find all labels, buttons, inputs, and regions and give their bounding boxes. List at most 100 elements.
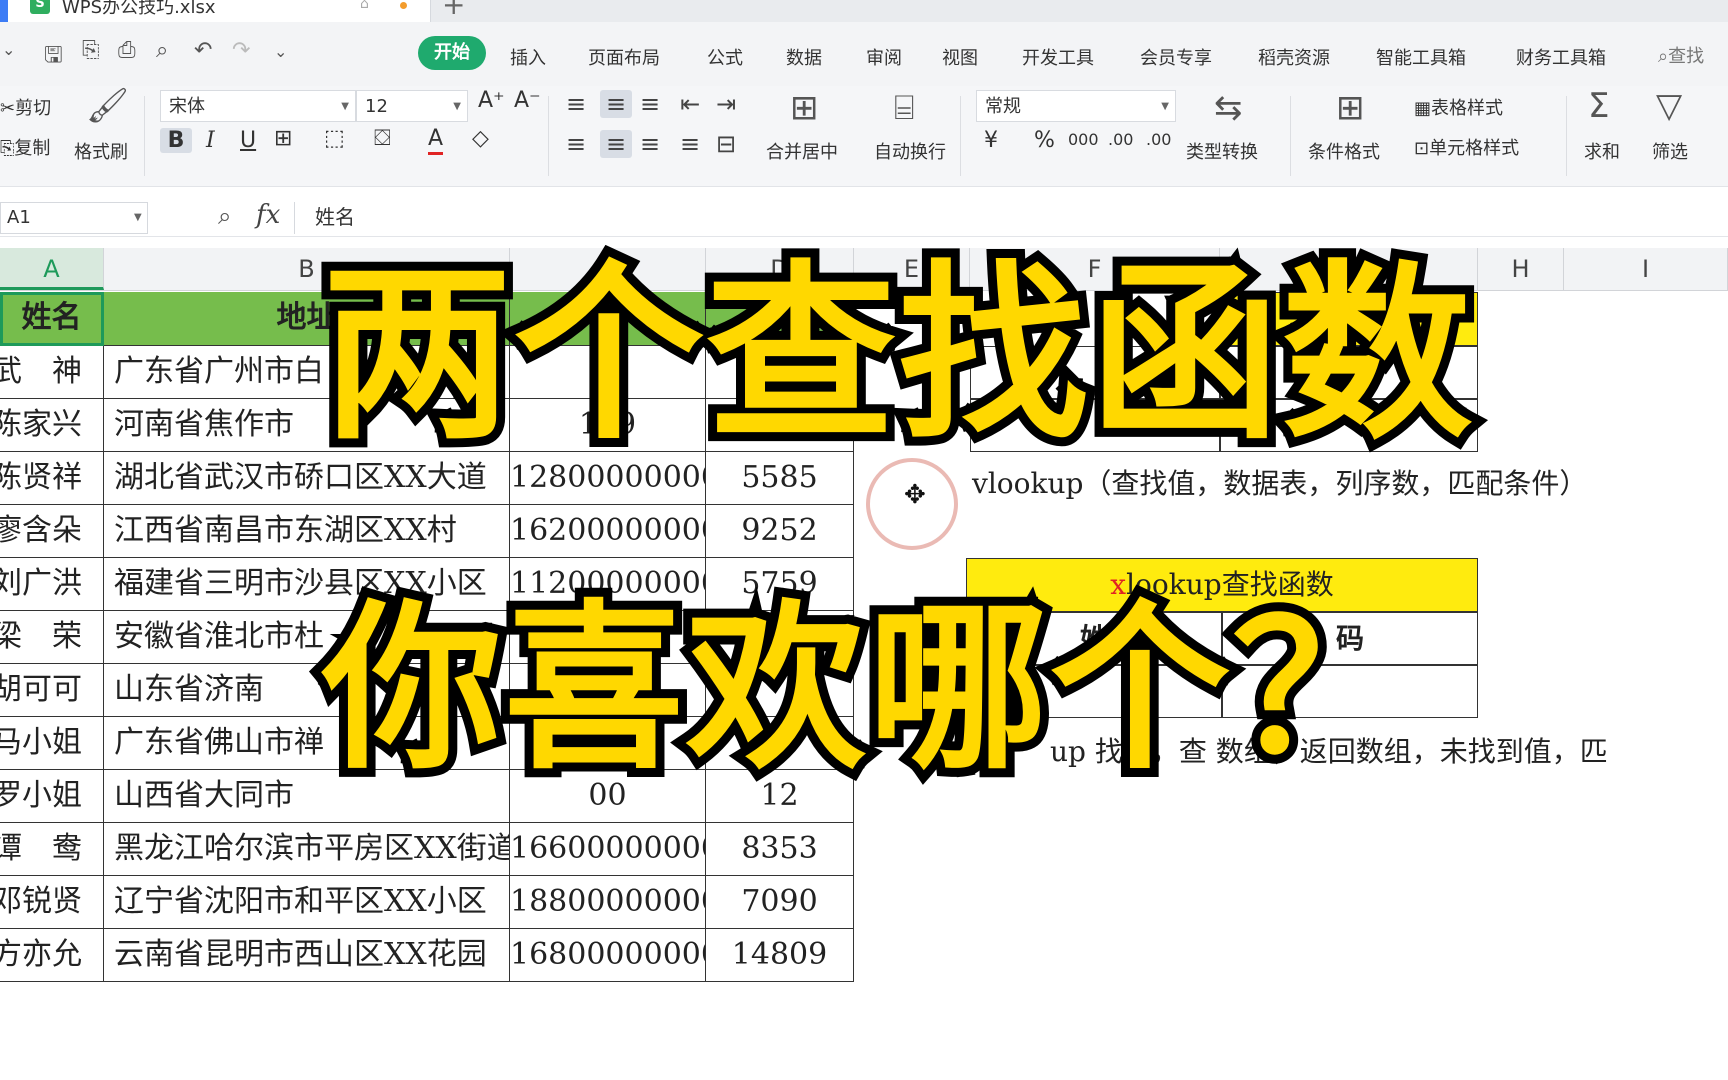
filter-button[interactable]: 筛选 <box>1652 138 1688 164</box>
borders-icon[interactable]: ⊞ <box>274 126 292 151</box>
print-preview-icon[interactable]: ⌕ <box>156 38 168 63</box>
align-left-icon[interactable]: ≡ <box>566 130 586 158</box>
align-top-icon[interactable]: ≡ <box>566 90 586 118</box>
column-header-i[interactable]: I <box>1564 248 1728 290</box>
percent-button[interactable]: % <box>1034 128 1055 153</box>
new-tab-button[interactable]: + <box>442 0 465 21</box>
more-icon[interactable]: ⌄ <box>274 42 287 61</box>
table-address-cell[interactable]: 辽宁省沈阳市和平区XX小区 <box>104 876 510 929</box>
undo-icon[interactable]: ↶ <box>194 38 212 63</box>
table-phone-cell[interactable]: 18800000000 <box>510 876 706 929</box>
table-style-button[interactable]: ▦表格样式 <box>1414 94 1503 120</box>
redo-icon[interactable]: ↷ <box>232 38 250 63</box>
align-bottom-icon[interactable]: ≡ <box>640 90 660 118</box>
name-box[interactable]: A1 <box>0 202 148 234</box>
table-name-cell[interactable]: 陈贤祥 <box>0 452 104 505</box>
clear-format-icon[interactable]: ◇ <box>472 126 489 151</box>
zoom-icon[interactable]: ⌕ <box>218 202 231 230</box>
align-center-icon[interactable]: ≡ <box>600 130 632 158</box>
decrease-indent-icon[interactable]: ⇤ <box>680 90 700 118</box>
formula-input[interactable]: 姓名 <box>294 202 1728 234</box>
table-name-cell[interactable]: 陈家兴 <box>0 399 104 452</box>
table-name-cell[interactable]: 胡可可 <box>0 664 104 717</box>
align-middle-icon[interactable]: ≡ <box>600 90 632 118</box>
collapse-chevron-icon[interactable]: ⌄ <box>2 40 15 59</box>
thousands-separator-button[interactable]: 000 <box>1068 130 1099 149</box>
bold-button[interactable]: B <box>160 128 192 153</box>
type-convert-button[interactable]: 类型转换 <box>1186 138 1258 164</box>
sum-icon[interactable]: Σ <box>1588 86 1609 126</box>
table-address-cell[interactable]: 云南省昆明市西山区XX花园 <box>104 929 510 982</box>
increase-indent-icon[interactable]: ⇥ <box>716 90 736 118</box>
table-name-cell[interactable]: 刘广洪 <box>0 558 104 611</box>
tab-developer[interactable]: 开发工具 <box>1022 44 1094 70</box>
format-painter-button[interactable]: 格式刷 <box>74 138 128 164</box>
fx-icon[interactable]: fx <box>256 200 280 230</box>
table-name-cell[interactable]: 罗小姐 <box>0 770 104 823</box>
table-name-cell[interactable]: 武 神 <box>0 346 104 399</box>
tab-docer-resources[interactable]: 稻壳资源 <box>1258 44 1330 70</box>
cut-button[interactable]: ✂剪切 <box>0 94 51 120</box>
table-name-cell[interactable]: 梁 荣 <box>0 611 104 664</box>
conditional-format-button[interactable]: 条件格式 <box>1308 138 1380 164</box>
header-cell-name[interactable]: 姓名 <box>0 292 104 346</box>
table-phone-cell[interactable]: 16800000000 <box>510 929 706 982</box>
decrease-decimal-button[interactable]: .00 <box>1146 130 1171 149</box>
search-commands[interactable]: ⌕查找 <box>1658 42 1704 68</box>
merge-center-icon[interactable]: ⊞ <box>790 88 819 128</box>
italic-button[interactable]: I <box>206 128 215 153</box>
column-header-h[interactable]: H <box>1478 248 1564 290</box>
table-name-cell[interactable]: 方亦允 <box>0 929 104 982</box>
table-name-cell[interactable]: 马小姐 <box>0 717 104 770</box>
underline-button[interactable]: U <box>240 128 256 153</box>
table-name-cell[interactable]: 邓锐贤 <box>0 876 104 929</box>
pin-icon[interactable]: ⌂ <box>360 0 369 12</box>
table-address-cell[interactable]: 黑龙江哈尔滨市平房区XX街道 <box>104 823 510 876</box>
cell-style-button[interactable]: ⊡单元格样式 <box>1414 134 1519 160</box>
align-right-icon[interactable]: ≡ <box>640 130 660 158</box>
print-icon[interactable]: ⎙ <box>118 38 136 63</box>
currency-button[interactable]: ¥ <box>984 128 998 153</box>
table-name-cell[interactable]: 谭 鸯 <box>0 823 104 876</box>
copy-button[interactable]: ⎘复制 <box>0 134 50 160</box>
wrap-text-icon[interactable]: ⌸ <box>894 88 914 128</box>
table-phone-cell[interactable]: 16600000000 <box>510 823 706 876</box>
chevron-down-icon[interactable]: ▼ <box>134 212 142 223</box>
merge-center-button[interactable]: 合并居中 <box>766 138 838 164</box>
tab-smart-toolbox[interactable]: 智能工具箱 <box>1376 44 1466 70</box>
tab-finance-toolbox[interactable]: 财务工具箱 <box>1516 44 1606 70</box>
increase-font-icon[interactable]: A⁺ <box>478 88 505 113</box>
tab-formulas[interactable]: 公式 <box>707 44 743 70</box>
format-painter-icon[interactable]: 🖌 <box>86 86 129 126</box>
table-name-cell[interactable]: 廖含朵 <box>0 505 104 558</box>
table-amount-cell[interactable]: 7090 <box>706 876 854 929</box>
filter-icon[interactable]: ▽ <box>1656 86 1682 126</box>
tab-data[interactable]: 数据 <box>786 44 822 70</box>
font-name-select[interactable]: 宋体 ▼ <box>160 90 356 122</box>
tab-member[interactable]: 会员专享 <box>1140 44 1212 70</box>
fill-color-icon[interactable]: ⛋ <box>374 126 391 151</box>
auto-wrap-button[interactable]: 自动换行 <box>874 138 946 164</box>
distributed-icon[interactable]: ⊟ <box>716 130 736 158</box>
table-phone-cell[interactable]: 16200000000 <box>510 505 706 558</box>
table-address-cell[interactable]: 江西省南昌市东湖区XX村 <box>104 505 510 558</box>
sum-button[interactable]: 求和 <box>1584 138 1620 164</box>
tab-page-layout[interactable]: 页面布局 <box>588 44 660 70</box>
tab-home[interactable]: 开始 <box>418 36 486 70</box>
column-header-a[interactable]: A <box>0 248 104 290</box>
table-amount-cell[interactable]: 8353 <box>706 823 854 876</box>
table-amount-cell[interactable]: 14809 <box>706 929 854 982</box>
tab-review[interactable]: 审阅 <box>866 44 902 70</box>
font-color-icon[interactable]: A <box>428 126 444 155</box>
justify-icon[interactable]: ≡ <box>680 130 700 158</box>
tab-view[interactable]: 视图 <box>942 44 978 70</box>
template-icon[interactable]: ⎘ <box>82 38 100 63</box>
type-convert-icon[interactable]: ⇆ <box>1214 88 1243 128</box>
conditional-format-icon[interactable]: ⊞ <box>1336 88 1365 128</box>
increase-decimal-button[interactable]: .00 <box>1108 130 1133 149</box>
save-icon[interactable]: 🖫 <box>44 38 63 76</box>
fill-shape-icon[interactable]: ⬚ <box>324 126 345 151</box>
number-format-select[interactable]: 常规 ▼ <box>976 90 1176 122</box>
table-amount-cell[interactable]: 9252 <box>706 505 854 558</box>
decrease-font-icon[interactable]: A⁻ <box>514 88 541 113</box>
